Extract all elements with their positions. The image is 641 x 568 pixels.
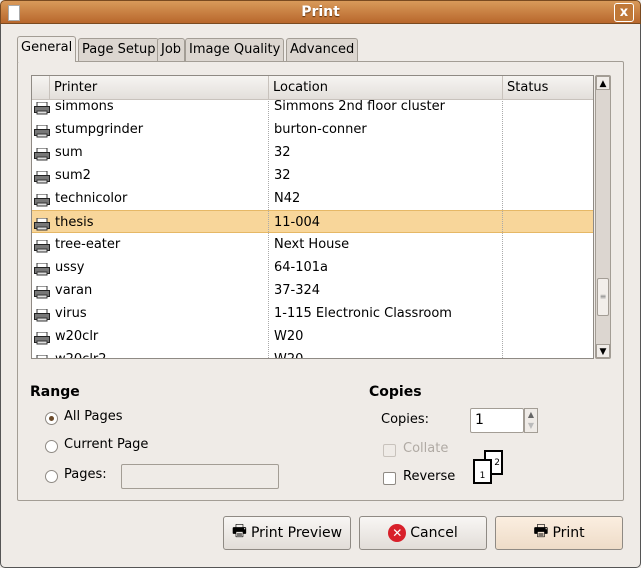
current-page-label[interactable]: Current Page <box>64 437 148 452</box>
printer-row[interactable]: w20clr2 W20 <box>32 348 593 358</box>
printer-location: Next House <box>274 237 350 252</box>
column-location[interactable]: Location <box>268 76 328 100</box>
printer-location: 32 <box>274 168 291 183</box>
printer-icon <box>34 284 50 299</box>
all-pages-label[interactable]: All Pages <box>64 409 123 424</box>
printer-name: tree-eater <box>55 237 121 252</box>
printer-location: W20 <box>274 329 304 344</box>
cancel-icon: ✕ <box>388 524 407 542</box>
printer-location: 32 <box>274 145 291 160</box>
printer-icon <box>34 307 50 322</box>
printer-row[interactable]: sum2 32 <box>32 164 593 187</box>
printer-icon <box>34 216 50 231</box>
printer-icon <box>34 100 50 115</box>
print-label: Print <box>552 525 585 541</box>
copies-spinner[interactable]: ▲ ▼ <box>524 408 538 433</box>
document-icon <box>8 5 20 21</box>
cancel-label: Cancel <box>410 525 458 541</box>
pages-radio[interactable] <box>45 470 58 483</box>
printer-row[interactable]: sum 32 <box>32 141 593 164</box>
printer-icon <box>34 330 50 345</box>
printer-location: 1-115 Electronic Classroom <box>274 306 452 321</box>
tab-job[interactable]: Job <box>157 38 186 61</box>
tab-page-setup[interactable]: Page Setup <box>78 38 160 61</box>
cancel-button[interactable]: ✕ Cancel <box>359 516 487 550</box>
printer-name: thesis <box>55 215 94 230</box>
pages-input[interactable] <box>121 464 279 489</box>
printer-icon: 🖶 <box>533 520 549 540</box>
printer-row[interactable]: thesis 11-004 <box>32 210 593 233</box>
print-preview-icon: 🖶 <box>231 520 247 540</box>
printer-name: sum2 <box>55 168 91 183</box>
printer-icon <box>34 123 50 138</box>
printer-row[interactable]: virus 1-115 Electronic Classroom <box>32 302 593 325</box>
reverse-checkbox[interactable] <box>383 472 396 485</box>
printer-row[interactable]: w20clr W20 <box>32 325 593 348</box>
printer-location: 11-004 <box>274 215 321 230</box>
close-button[interactable]: x <box>614 3 634 22</box>
printer-location: W20 <box>274 348 303 358</box>
printer-name: w20clr2 <box>55 348 107 358</box>
printer-name: technicolor <box>55 191 128 206</box>
printer-icon <box>34 353 50 358</box>
printer-name: varan <box>55 283 93 298</box>
title-bar: Print x <box>0 0 641 24</box>
printer-location: 37-324 <box>274 283 321 298</box>
column-status[interactable]: Status <box>502 76 548 100</box>
print-preview-label: Print Preview <box>250 525 343 541</box>
scrollbar-thumb[interactable]: ≡ <box>597 278 609 316</box>
printer-location: 64-101a <box>274 260 329 275</box>
printer-location: burton-conner <box>274 122 367 137</box>
collate-checkbox[interactable] <box>383 444 396 457</box>
tab-image-quality[interactable]: Image Quality <box>185 38 285 61</box>
printer-icon <box>34 261 50 276</box>
print-button[interactable]: 🖶 Print <box>495 516 623 550</box>
printer-name: virus <box>55 306 87 321</box>
copies-label: Copies: <box>381 412 430 427</box>
pages-label[interactable]: Pages: <box>64 467 107 482</box>
range-heading: Range <box>30 384 80 400</box>
printer-row[interactable]: varan 37-324 <box>32 279 593 302</box>
printer-name: sum <box>55 145 83 160</box>
copies-input[interactable]: 1 <box>470 408 524 433</box>
all-pages-radio[interactable] <box>45 412 58 425</box>
print-preview-button[interactable]: 🖶 Print Preview <box>223 516 351 550</box>
collate-label[interactable]: Collate <box>403 441 448 456</box>
printer-name: w20clr <box>55 329 99 344</box>
printer-location: N42 <box>274 191 301 206</box>
printer-icon <box>34 192 50 207</box>
printer-list[interactable]: Printer Location Status simmons Simmons … <box>31 75 594 359</box>
scroll-up-button[interactable]: ▲ <box>596 76 610 90</box>
printer-row[interactable]: stumpgrinder burton-conner <box>32 118 593 141</box>
tab-advanced[interactable]: Advanced <box>286 38 359 61</box>
printer-name: ussy <box>55 260 85 275</box>
tab-general[interactable]: General <box>17 36 77 62</box>
printer-row[interactable]: tree-eater Next House <box>32 233 593 256</box>
window-title: Print <box>301 4 340 20</box>
printer-icon <box>34 238 50 253</box>
printer-name: stumpgrinder <box>55 122 144 137</box>
current-page-radio[interactable] <box>45 440 58 453</box>
column-printer[interactable]: Printer <box>49 76 97 100</box>
copies-heading: Copies <box>369 384 422 400</box>
list-scrollbar[interactable]: ▲ ≡ ▼ <box>595 75 611 359</box>
page-1-icon: 1 <box>473 459 492 484</box>
printer-icon <box>34 169 50 184</box>
printer-row[interactable]: technicolor N42 <box>32 187 593 210</box>
list-header: Printer Location Status <box>32 76 593 100</box>
printer-icon <box>34 146 50 161</box>
scroll-down-button[interactable]: ▼ <box>596 344 610 358</box>
reverse-label[interactable]: Reverse <box>403 469 455 484</box>
printer-row[interactable]: ussy 64-101a <box>32 256 593 279</box>
